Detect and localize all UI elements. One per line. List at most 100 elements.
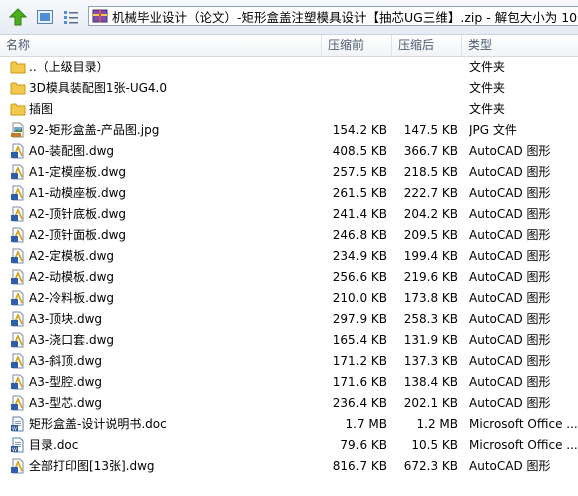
file-row[interactable]: A1-动模座板.dwg 261.5 KB 222.7 KB AutoCAD 图形 [0,183,578,204]
file-row[interactable]: A3-斜顶.dwg 171.2 KB 137.3 KB AutoCAD 图形 [0,351,578,372]
file-type: AutoCAD 图形 [469,333,551,347]
file-name: A2-动模板.dwg [29,270,115,284]
file-compressed-size: 408.5 KB [332,144,387,158]
file-row[interactable]: A2-顶针面板.dwg 246.8 KB 209.5 KB AutoCAD 图形 [0,225,578,246]
view-large-icons-icon[interactable] [36,8,54,26]
column-name-header[interactable]: 名称 [0,35,322,56]
file-original-size: 138.4 KB [403,375,458,389]
file-name: 92-矩形盒盖-产品图.jpg [29,123,160,137]
file-original-size: 672.3 KB [403,459,458,473]
file-type: AutoCAD 图形 [469,165,551,179]
archive-icon [92,8,108,24]
file-row[interactable]: W 矩形盒盖-设计说明书.doc 1.7 MB 1.2 MB Microsoft Off… [0,414,578,435]
toolbar: 机械毕业设计（论文）-矩形盒盖注塑模具设计【抽芯UG三维】.zip - 解包大小… [0,0,578,35]
file-row[interactable]: A0-装配图.dwg 408.5 KB 366.7 KB AutoCAD 图形 [0,141,578,162]
file-compressed-size: 261.5 KB [332,186,387,200]
file-name: A0-装配图.dwg [29,144,115,158]
dwg-file-icon [10,290,26,306]
dwg-file-icon [10,248,26,264]
view-details-icon[interactable] [62,8,80,26]
file-compressed-size: 79.6 KB [340,438,387,452]
up-arrow-icon[interactable] [8,8,28,26]
file-compressed-size: 297.9 KB [332,312,387,326]
file-name: A2-顶针面板.dwg [29,228,127,242]
file-original-size: 199.4 KB [403,249,458,263]
file-compressed-size: 171.6 KB [332,375,387,389]
file-original-size: 10.5 KB [411,438,458,452]
file-compressed-size: 1.7 MB [345,417,387,431]
file-name: A2-顶针底板.dwg [29,207,127,221]
dwg-file-icon [10,269,26,285]
doc-file-icon: W [10,416,26,432]
file-compressed-size: 234.9 KB [332,249,387,263]
file-compressed-size: 210.0 KB [332,291,387,305]
file-original-size: 222.7 KB [403,186,458,200]
column-original-header[interactable]: 压缩后 [392,35,462,56]
file-original-size: 1.2 MB [416,417,458,431]
dwg-file-icon [10,332,26,348]
dwg-file-icon [10,164,26,180]
file-name: 矩形盒盖-设计说明书.doc [29,417,167,431]
file-type: 文件夹 [469,60,506,74]
file-compressed-size: 246.8 KB [332,228,387,242]
dwg-file-icon [10,227,26,243]
file-type: AutoCAD 图形 [469,207,551,221]
file-original-size: 258.3 KB [403,312,458,326]
file-name: A3-浇口套.dwg [29,333,115,347]
address-bar[interactable]: 机械毕业设计（论文）-矩形盒盖注塑模具设计【抽芯UG三维】.zip - 解包大小… [88,6,578,26]
file-original-size: 173.8 KB [403,291,458,305]
file-row[interactable]: A3-浇口套.dwg 165.4 KB 131.9 KB AutoCAD 图形 [0,330,578,351]
file-type: AutoCAD 图形 [469,375,551,389]
file-original-size: 366.7 KB [403,144,458,158]
file-type: AutoCAD 图形 [469,270,551,284]
file-type: JPG 文件 [469,123,517,137]
file-type: AutoCAD 图形 [469,144,551,158]
file-type: AutoCAD 图形 [469,249,551,263]
file-original-size: 137.3 KB [403,354,458,368]
file-name: 全部打印图[13张].dwg [29,459,155,473]
file-row[interactable]: A1-定模座板.dwg 257.5 KB 218.5 KB AutoCAD 图形 [0,162,578,183]
doc-file-icon: W [10,437,26,453]
file-type: AutoCAD 图形 [469,312,551,326]
file-row[interactable]: A2-动模板.dwg 256.6 KB 219.6 KB AutoCAD 图形 [0,267,578,288]
file-row[interactable]: 3D模具装配图1张-UG4.0 文件夹 [0,78,578,99]
file-list: ..（上级目录） 文件夹 3D模具装配图1张-UG4.0 文件夹 插图 文件夹 92-矩形盒… [0,57,578,477]
file-row[interactable]: A2-顶针底板.dwg 241.4 KB 204.2 KB AutoCAD 图形 [0,204,578,225]
file-type: Microsoft Office ... [469,438,578,452]
file-type: Microsoft Office ... [469,417,578,431]
folder-icon [10,101,26,117]
folder-icon [10,80,26,96]
file-type: 文件夹 [469,102,506,116]
file-row[interactable]: ..（上级目录） 文件夹 [0,57,578,78]
column-header: 名称 压缩前 压缩后 类型 [0,35,578,57]
dwg-file-icon [10,353,26,369]
column-type-header[interactable]: 类型 [462,35,578,56]
file-row[interactable]: 插图 文件夹 [0,99,578,120]
file-name: A3-型芯.dwg [29,396,103,410]
file-row[interactable]: 92-矩形盒盖-产品图.jpg 154.2 KB 147.5 KB JPG 文件 [0,120,578,141]
file-row[interactable]: A3-型腔.dwg 171.6 KB 138.4 KB AutoCAD 图形 [0,372,578,393]
file-row[interactable]: A2-冷料板.dwg 210.0 KB 173.8 KB AutoCAD 图形 [0,288,578,309]
folder-icon [10,59,26,75]
file-original-size: 147.5 KB [403,123,458,137]
dwg-file-icon [10,185,26,201]
file-compressed-size: 256.6 KB [332,270,387,284]
file-row[interactable]: A3-顶块.dwg 297.9 KB 258.3 KB AutoCAD 图形 [0,309,578,330]
file-original-size: 204.2 KB [403,207,458,221]
column-compressed-header[interactable]: 压缩前 [322,35,392,56]
file-row[interactable]: W 目录.doc 79.6 KB 10.5 KB Microsoft Office ..… [0,435,578,456]
dwg-file-icon [10,311,26,327]
dwg-file-icon [10,458,26,474]
file-row[interactable]: 全部打印图[13张].dwg 816.7 KB 672.3 KB AutoCAD 图形 [0,456,578,477]
file-type: AutoCAD 图形 [469,396,551,410]
file-type: AutoCAD 图形 [469,459,551,473]
file-compressed-size: 165.4 KB [332,333,387,347]
file-compressed-size: 816.7 KB [332,459,387,473]
file-row[interactable]: A3-型芯.dwg 236.4 KB 202.1 KB AutoCAD 图形 [0,393,578,414]
dwg-file-icon [10,395,26,411]
file-row[interactable]: A2-定模板.dwg 234.9 KB 199.4 KB AutoCAD 图形 [0,246,578,267]
file-type: AutoCAD 图形 [469,291,551,305]
file-name: A2-冷料板.dwg [29,291,115,305]
file-name: 目录.doc [29,438,79,452]
file-name: A2-定模板.dwg [29,249,115,263]
